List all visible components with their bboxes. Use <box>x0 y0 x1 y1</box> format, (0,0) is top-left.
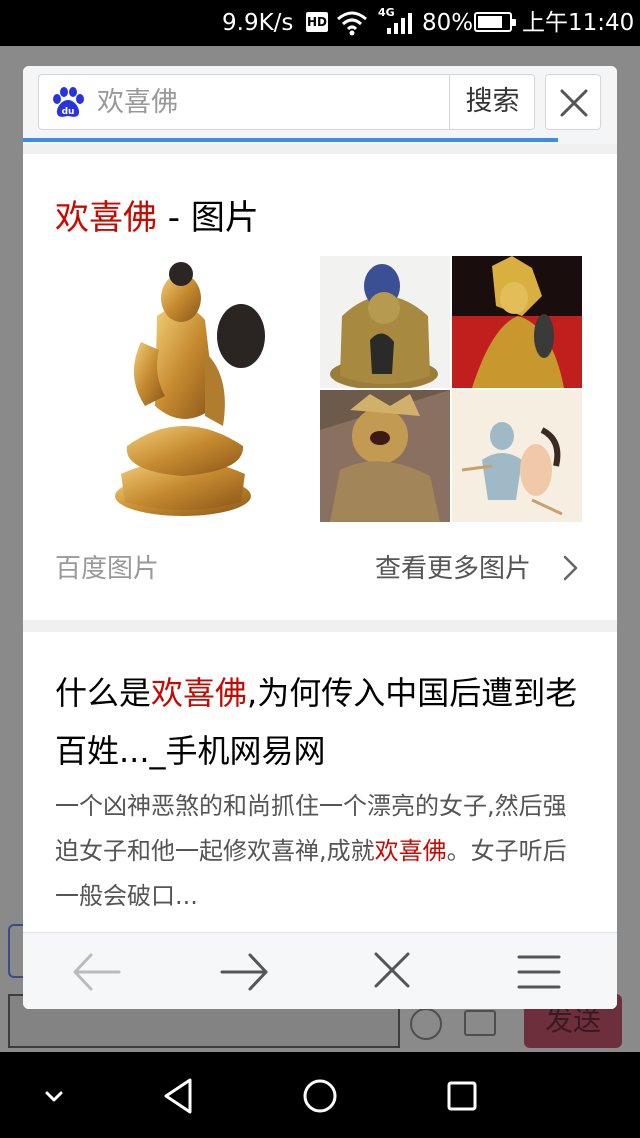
title-keyword: 欢喜佛 <box>55 198 157 238</box>
image-source-label: 百度图片 <box>55 554 160 584</box>
result-snippet: 一个凶神恶煞的和尚抓住一个漂亮的女子,然后强迫女子和他一起修欢喜禅,成就欢喜佛。… <box>55 784 585 919</box>
search-popup: du 欢喜佛 搜索 欢喜佛 - 图片 百度图片 查看更多图片 什么是欢喜佛,为何… <box>23 66 617 1009</box>
thumbnail-image <box>452 256 582 388</box>
emoji-icon[interactable] <box>410 1008 442 1040</box>
chevron-down-icon[interactable] <box>30 1072 78 1120</box>
close-popup-button[interactable] <box>545 74 601 130</box>
image-card-title[interactable]: 欢喜佛 - 图片 <box>55 190 259 239</box>
search-box[interactable]: du 欢喜佛 搜索 <box>38 74 535 130</box>
search-input[interactable]: 欢喜佛 <box>97 87 178 119</box>
network-speed: 9.9K/s <box>222 10 294 36</box>
browser-toolbar <box>23 932 617 1009</box>
signal-icon <box>387 13 412 34</box>
close-icon <box>560 89 588 117</box>
wifi-icon <box>337 11 367 36</box>
system-back-icon[interactable] <box>154 1072 202 1120</box>
recent-apps-icon[interactable] <box>438 1072 486 1120</box>
search-header: du 欢喜佛 搜索 <box>23 66 617 144</box>
back-button[interactable] <box>69 947 125 997</box>
battery-percent: 80% <box>422 10 474 36</box>
search-button[interactable]: 搜索 <box>450 75 535 129</box>
thumbnail-image <box>452 390 582 522</box>
image-result-thumb[interactable] <box>320 390 450 522</box>
hd-badge: HD <box>306 12 328 32</box>
statue-image <box>115 262 265 516</box>
title-suffix: - 图片 <box>157 198 259 238</box>
image-result-thumb[interactable] <box>452 390 582 522</box>
image-result-thumb[interactable] <box>452 256 582 388</box>
result-snippet-keyword: 欢喜佛 <box>374 837 447 865</box>
result-title-prefix: 什么是 <box>55 674 152 712</box>
thumbnail-image <box>320 256 450 388</box>
close-icon <box>374 952 410 988</box>
loading-progress-bar <box>23 138 558 142</box>
close-tab-button[interactable] <box>364 947 420 997</box>
divider <box>23 620 617 632</box>
system-navigation-bar <box>0 1052 640 1138</box>
image-icon[interactable] <box>464 1010 496 1036</box>
arrow-left-icon <box>73 953 121 991</box>
image-result-main[interactable] <box>55 256 317 522</box>
more-images-link[interactable]: 查看更多图片 <box>375 548 531 585</box>
svg-text:du: du <box>62 107 75 117</box>
menu-button[interactable] <box>511 947 567 997</box>
hamburger-menu-icon <box>517 955 561 989</box>
image-results-card[interactable]: 欢喜佛 - 图片 百度图片 查看更多图片 <box>23 154 617 620</box>
home-icon[interactable] <box>296 1072 344 1120</box>
search-result-item[interactable]: 什么是欢喜佛,为何传入中国后遭到老百姓..._手机网易网 一个凶神恶煞的和尚抓住… <box>23 632 617 932</box>
result-title-keyword: 欢喜佛 <box>151 674 248 712</box>
battery-icon <box>474 12 516 32</box>
status-bar: 9.9K/s HD 4G 80% 上午11:40 <box>0 0 640 46</box>
thumbnail-image <box>320 390 450 522</box>
image-result-thumb[interactable] <box>320 256 450 388</box>
divider <box>23 144 617 154</box>
clock: 上午11:40 <box>522 10 635 36</box>
baidu-paw-icon: du <box>53 87 84 117</box>
arrow-right-icon <box>220 953 268 991</box>
chevron-right-icon[interactable] <box>561 554 579 582</box>
result-title-link[interactable]: 什么是欢喜佛,为何传入中国后遭到老百姓..._手机网易网 <box>55 664 585 780</box>
forward-button[interactable] <box>216 947 272 997</box>
